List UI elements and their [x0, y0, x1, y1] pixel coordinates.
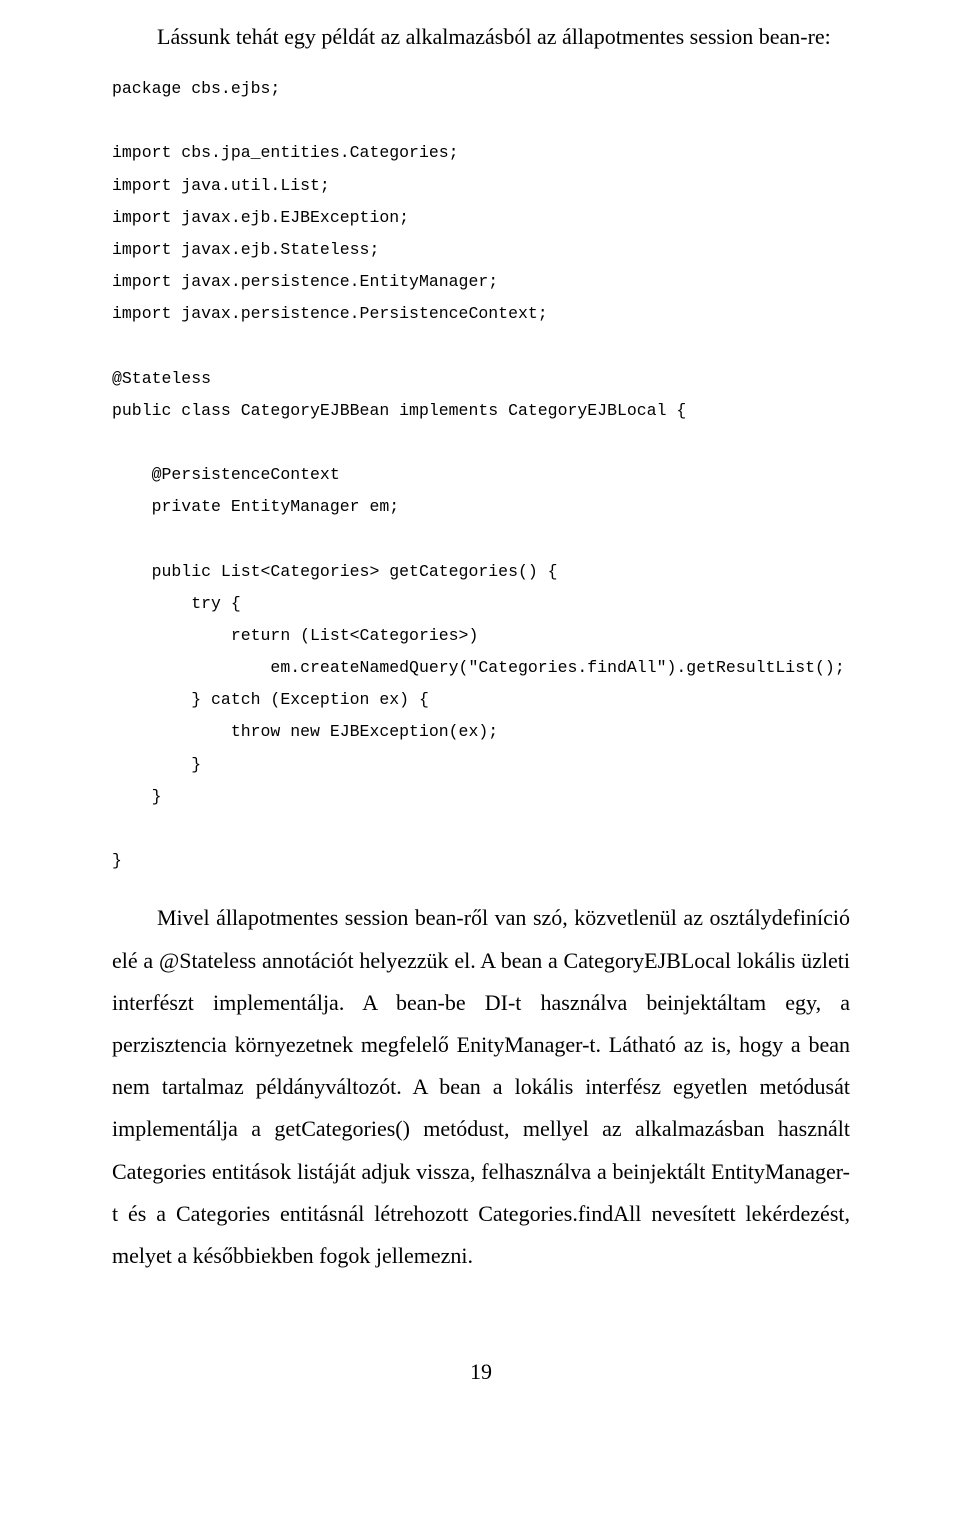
intro-paragraph: Lássunk tehát egy példát az alkalmazásbó…	[112, 20, 850, 53]
code-listing: package cbs.ejbs; import cbs.jpa_entitie…	[112, 73, 850, 877]
body-paragraph: Mivel állapotmentes session bean-ről van…	[112, 897, 850, 1277]
page-content: Lássunk tehát egy példát az alkalmazásbó…	[0, 0, 960, 1425]
page-number: 19	[112, 1359, 850, 1385]
